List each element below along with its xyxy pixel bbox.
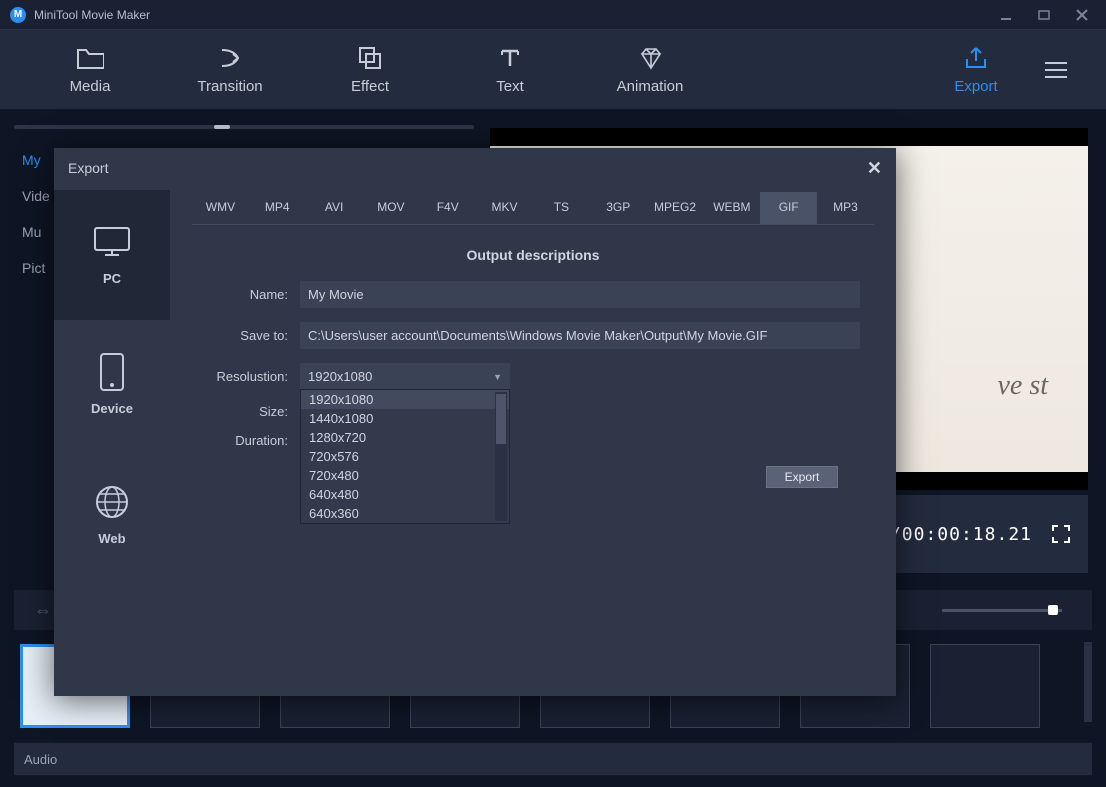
resolution-option[interactable]: 640x480 [301,485,509,504]
size-label: Size: [192,404,300,419]
resolution-option[interactable]: 720x480 [301,466,509,485]
hamburger-icon [1043,60,1069,80]
preview-text: ve st [997,370,1048,402]
text-icon [496,44,524,72]
export-button[interactable]: Export [766,466,838,488]
dialog-title: Export [68,160,108,176]
format-tab-3gp[interactable]: 3GP [590,192,647,224]
pc-icon [91,225,133,259]
format-tab-f4v[interactable]: F4V [419,192,476,224]
category-list: My Vide Mu Pict [22,152,50,296]
sidebar-item[interactable]: Mu [22,224,50,240]
resolution-option[interactable]: 1280x720 [301,428,509,447]
minimize-button[interactable] [998,7,1014,23]
toolbar-media[interactable]: Media [20,30,160,110]
timeline-arrows-icon[interactable]: ⇔ [34,600,52,621]
duration-label: Duration: [192,433,300,448]
format-tab-mkv[interactable]: MKV [476,192,533,224]
sidebar-item[interactable]: Vide [22,188,50,204]
timeline-clip[interactable] [930,644,1040,728]
export-tab-web[interactable]: Web [54,450,170,580]
diamond-icon [636,44,664,72]
resolution-option[interactable]: 640x360 [301,504,509,523]
app-logo: M [10,7,26,23]
toolbar-text[interactable]: Text [440,30,580,110]
name-label: Name: [192,287,300,302]
dialog-sidebar: PC Device Web [54,148,170,696]
resolution-dropdown[interactable]: 1920x10801440x10801280x720720x576720x480… [300,389,510,524]
chevron-down-icon: ▼ [493,372,502,382]
sidebar-item[interactable]: My [22,152,50,168]
sidebar-item[interactable]: Pict [22,260,50,276]
zoom-slider[interactable] [942,609,1062,612]
format-tab-mov[interactable]: MOV [362,192,419,224]
format-tab-gif[interactable]: GIF [760,192,817,224]
app-title: MiniTool Movie Maker [34,8,998,22]
main-toolbar: Media Transition Effect Text Animation E… [0,30,1106,110]
resolution-option[interactable]: 1440x1080 [301,409,509,428]
resolution-option[interactable]: 720x576 [301,447,509,466]
export-tab-device[interactable]: Device [54,320,170,450]
fullscreen-button[interactable] [1052,525,1070,543]
format-tab-wmv[interactable]: WMV [192,192,249,224]
toolbar-transition[interactable]: Transition [160,30,300,110]
device-icon [91,355,133,389]
web-icon [91,485,133,519]
resolution-label: Resolustion: [192,369,300,384]
format-tab-avi[interactable]: AVI [306,192,363,224]
audio-track-label: Audio [14,742,1092,776]
name-input[interactable] [300,281,860,308]
maximize-button[interactable] [1036,7,1052,23]
export-dialog: Export ✕ PC Device Web WMVMP4AVIMOVF4VMK… [54,148,896,696]
format-tabs: WMVMP4AVIMOVF4VMKVTS3GPMPEG2WEBMGIFMP3 [192,192,874,225]
resolution-select[interactable]: 1920x1080 ▼ [300,363,510,390]
media-scrollbar[interactable] [14,125,474,129]
title-bar: M MiniTool Movie Maker [0,0,1106,30]
export-tab-pc[interactable]: PC [54,190,170,320]
output-section-title: Output descriptions [192,247,874,263]
dropdown-scrollbar[interactable] [495,392,507,521]
format-tab-mpeg2[interactable]: MPEG2 [647,192,704,224]
save-to-input[interactable] [300,322,860,349]
format-tab-ts[interactable]: TS [533,192,590,224]
toolbar-animation[interactable]: Animation [580,30,720,110]
resolution-option[interactable]: 1920x1080 [301,390,509,409]
folder-icon [76,44,104,72]
transition-icon [216,44,244,72]
effect-icon [356,44,384,72]
export-icon [962,44,990,72]
toolbar-export[interactable]: Export [926,30,1026,110]
close-button[interactable] [1074,7,1090,23]
format-tab-mp4[interactable]: MP4 [249,192,306,224]
format-tab-webm[interactable]: WEBM [703,192,760,224]
save-to-label: Save to: [192,328,300,343]
menu-button[interactable] [1026,60,1086,80]
toolbar-effect[interactable]: Effect [300,30,440,110]
format-tab-mp3[interactable]: MP3 [817,192,874,224]
timeline-scrollbar[interactable] [1084,642,1092,722]
